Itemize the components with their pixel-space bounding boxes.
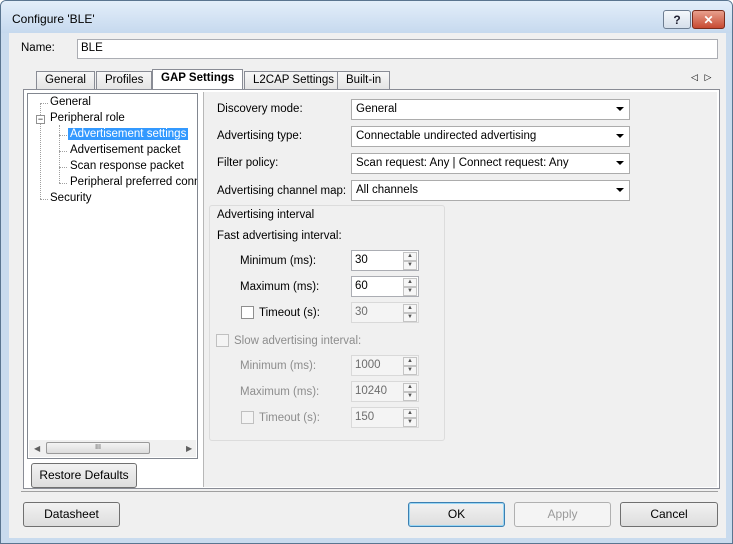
tab-nav: ◁ ▷ [691, 72, 711, 83]
fast-max-value: 60 [355, 280, 368, 292]
tab-l2cap-settings[interactable]: L2CAP Settings [244, 71, 343, 90]
advertising-type-value: Connectable undirected advertising [356, 130, 537, 142]
tree-item-advertisement-packet[interactable]: Advertisement packet [70, 144, 181, 156]
collapse-icon[interactable]: − [36, 115, 45, 124]
slow-timeout-checkbox[interactable] [241, 411, 254, 424]
slow-timeout-value: 150 [355, 411, 375, 423]
fast-min-input[interactable]: 30 ▲ ▼ [351, 250, 419, 271]
tree-item-security[interactable]: Security [50, 192, 92, 204]
footer-separator [21, 491, 718, 492]
advertising-type-select[interactable]: Connectable undirected advertising [351, 126, 630, 147]
spin-down-icon[interactable]: ▼ [403, 392, 417, 401]
fast-max-label: Maximum (ms): [240, 281, 320, 293]
slow-min-value: 1000 [355, 359, 381, 371]
spin-down-icon[interactable]: ▼ [403, 418, 417, 427]
restore-defaults-button[interactable]: Restore Defaults [31, 463, 137, 488]
spin-down-icon[interactable]: ▼ [403, 366, 417, 375]
dialog-body: Name: BLE General Profiles GAP Settings … [9, 33, 726, 538]
fast-timeout-input[interactable]: 30 ▲ ▼ [351, 302, 419, 323]
slow-interval-label: Slow advertising interval: [234, 335, 362, 347]
slow-max-value: 10240 [355, 385, 387, 397]
tree-line [59, 167, 67, 168]
cancel-button[interactable]: Cancel [620, 502, 718, 527]
datasheet-button[interactable]: Datasheet [23, 502, 120, 527]
discovery-mode-select[interactable]: General [351, 99, 630, 120]
title-bar: Configure 'BLE' ? ✕ [1, 1, 732, 33]
fast-max-input[interactable]: 60 ▲ ▼ [351, 276, 419, 297]
spin-up-icon[interactable]: ▲ [403, 357, 417, 366]
discovery-mode-label: Discovery mode: [217, 103, 303, 115]
tab-general[interactable]: General [36, 71, 95, 90]
slow-interval-checkbox[interactable] [216, 334, 229, 347]
dropdown-arrow-icon [616, 134, 624, 138]
tree-item-peripheral-role[interactable]: Peripheral role [50, 112, 125, 124]
spin-down-icon[interactable]: ▼ [403, 287, 417, 296]
slow-timeout-label: Timeout (s): [259, 412, 320, 424]
scroll-right-icon[interactable]: ▶ [186, 444, 192, 453]
ok-button[interactable]: OK [408, 502, 505, 527]
discovery-mode-value: General [356, 103, 397, 115]
fast-timeout-checkbox[interactable] [241, 306, 254, 319]
fast-timeout-value: 30 [355, 306, 368, 318]
gap-settings-panel: General − Peripheral role Advertisement … [23, 89, 720, 489]
dropdown-arrow-icon [616, 161, 624, 165]
fast-min-label: Minimum (ms): [240, 255, 317, 267]
configure-dialog: Configure 'BLE' ? ✕ Name: BLE General Pr… [0, 0, 733, 544]
tree-line [59, 135, 67, 136]
tree-item-advertisement-settings[interactable]: Advertisement settings [68, 128, 189, 140]
tab-strip: General Profiles GAP Settings L2CAP Sett… [23, 69, 723, 91]
tab-gap-settings[interactable]: GAP Settings [152, 69, 244, 91]
channel-map-value: All channels [356, 184, 419, 196]
tab-built-in[interactable]: Built-in [337, 71, 391, 90]
settings-tree[interactable]: General − Peripheral role Advertisement … [27, 93, 198, 459]
tab-next-icon[interactable]: ▷ [704, 72, 711, 82]
tab-prev-icon[interactable]: ◁ [691, 72, 698, 82]
spin-up-icon[interactable]: ▲ [403, 304, 417, 313]
slow-max-label: Maximum (ms): [240, 386, 320, 398]
slow-timeout-input[interactable]: 150 ▲ ▼ [351, 407, 419, 428]
spin-down-icon[interactable]: ▼ [403, 313, 417, 322]
scroll-left-icon[interactable]: ◀ [34, 444, 40, 453]
advertising-type-label: Advertising type: [217, 130, 303, 142]
spin-up-icon[interactable]: ▲ [403, 409, 417, 418]
advertising-interval-title: Advertising interval [217, 209, 315, 221]
tree-line [59, 183, 67, 184]
window-title: Configure 'BLE' [12, 12, 95, 26]
advertisement-settings-form: Discovery mode: General Advertising type… [203, 92, 717, 487]
tree-horizontal-scrollbar[interactable]: ◀ III ▶ [29, 440, 196, 457]
spin-down-icon[interactable]: ▼ [403, 261, 417, 270]
spin-up-icon[interactable]: ▲ [403, 278, 417, 287]
tree-line [40, 103, 48, 104]
filter-policy-label: Filter policy: [217, 157, 279, 169]
spin-up-icon[interactable]: ▲ [403, 252, 417, 261]
tab-profiles[interactable]: Profiles [96, 71, 153, 90]
slow-max-input[interactable]: 10240 ▲ ▼ [351, 381, 419, 402]
spin-up-icon[interactable]: ▲ [403, 383, 417, 392]
tree-item-general[interactable]: General [50, 96, 91, 108]
fast-interval-label: Fast advertising interval: [217, 230, 342, 242]
dropdown-arrow-icon [616, 107, 624, 111]
scroll-thumb[interactable]: III [46, 442, 150, 454]
channel-map-label: Advertising channel map: [217, 185, 347, 197]
tree-line [40, 199, 48, 200]
help-button[interactable]: ? [663, 10, 691, 29]
tree-line [59, 125, 60, 183]
channel-map-select[interactable]: All channels [351, 180, 630, 201]
tree-line [59, 151, 67, 152]
dropdown-arrow-icon [616, 188, 624, 192]
name-label: Name: [21, 42, 55, 54]
slow-min-input[interactable]: 1000 ▲ ▼ [351, 355, 419, 376]
fast-min-value: 30 [355, 254, 368, 266]
fast-timeout-label: Timeout (s): [259, 307, 320, 319]
filter-policy-value: Scan request: Any | Connect request: Any [356, 157, 569, 169]
tree-item-scan-response-packet[interactable]: Scan response packet [70, 160, 184, 172]
close-button[interactable]: ✕ [692, 10, 725, 29]
name-input[interactable]: BLE [77, 39, 718, 59]
filter-policy-select[interactable]: Scan request: Any | Connect request: Any [351, 153, 630, 174]
slow-min-label: Minimum (ms): [240, 360, 317, 372]
tree-item-peripheral-preferred[interactable]: Peripheral preferred conne [70, 176, 197, 188]
apply-button[interactable]: Apply [514, 502, 611, 527]
